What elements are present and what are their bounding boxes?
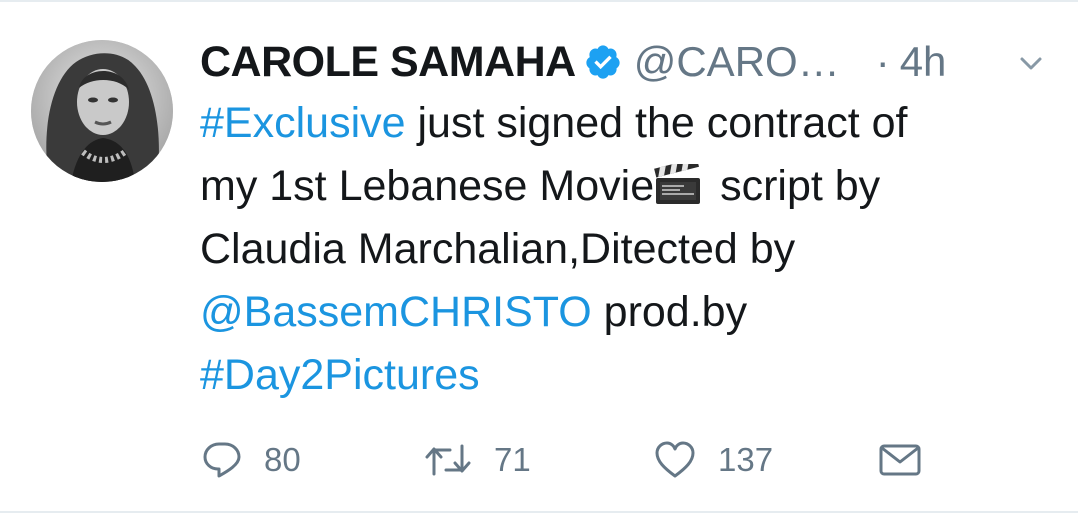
heart-icon xyxy=(654,440,696,480)
tweet-text: #Exclusive just signed the contract of m… xyxy=(200,92,1040,407)
envelope-icon xyxy=(878,440,922,480)
direct-message-button[interactable] xyxy=(878,436,922,484)
mention-link[interactable]: @BassemCHRISTO xyxy=(200,288,592,336)
user-handle[interactable]: @CARO… xyxy=(634,38,840,86)
reply-button[interactable]: 80 xyxy=(202,436,301,484)
tweet-text-segment: just signed the contract of xyxy=(405,99,908,147)
like-count: 137 xyxy=(718,441,774,478)
tweet-text-segment: my 1st Lebanese Movie xyxy=(200,162,655,210)
verified-badge-icon xyxy=(584,43,622,81)
reply-count: 80 xyxy=(264,441,301,478)
display-name[interactable]: CAROLE SAMAHA xyxy=(200,38,576,87)
hashtag-link[interactable]: #Exclusive xyxy=(200,99,406,147)
hashtag-link[interactable]: #Day2Pictures xyxy=(200,351,480,399)
retweet-icon xyxy=(424,440,472,480)
chevron-down-icon[interactable] xyxy=(1016,48,1046,78)
avatar[interactable] xyxy=(31,40,173,182)
tweet-actions: 80 71 137 xyxy=(0,436,1078,484)
reply-bubble-icon xyxy=(202,440,242,480)
retweet-button[interactable]: 71 xyxy=(424,436,531,484)
timestamp[interactable]: 4h xyxy=(900,38,947,86)
separator-dot: · xyxy=(875,38,890,85)
like-button[interactable]: 137 xyxy=(654,436,773,484)
tweet-text-segment: script by xyxy=(708,162,881,210)
tweet-text-segment: prod.by xyxy=(591,288,748,336)
top-divider xyxy=(0,0,1078,2)
tweet-text-segment: Claudia Marchalian,Ditected by xyxy=(200,225,796,273)
tweet-header: CAROLE SAMAHA @CARO… · 4h xyxy=(200,34,1060,90)
clapper-board-icon xyxy=(654,158,702,204)
retweet-count: 71 xyxy=(494,441,531,478)
